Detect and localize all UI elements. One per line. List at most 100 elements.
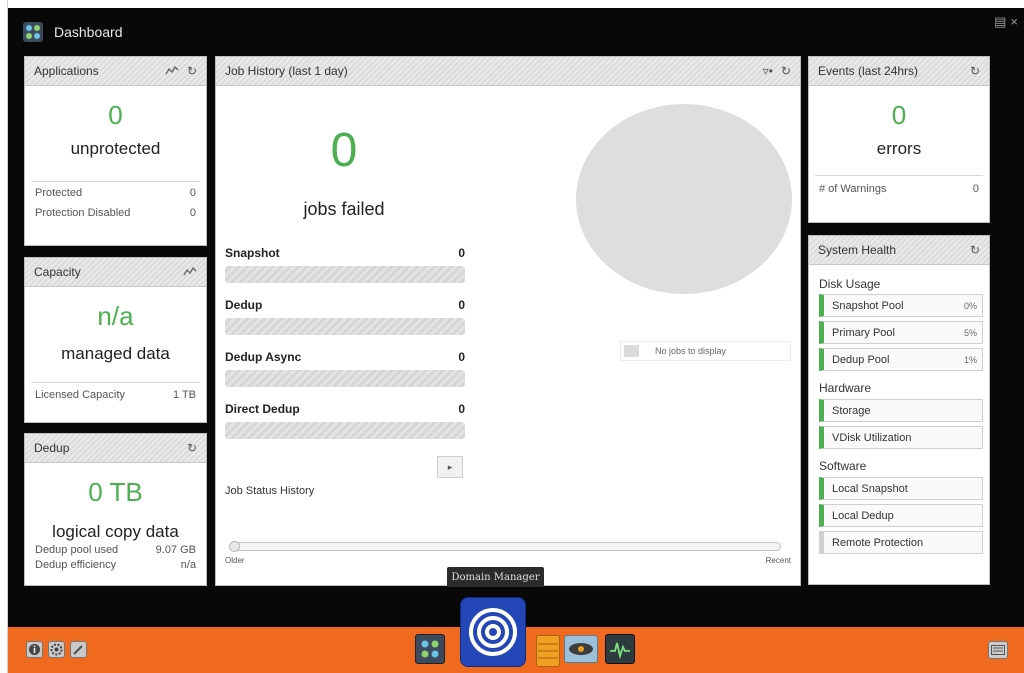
- row-label: Protection Disabled: [35, 207, 131, 219]
- local-snapshot-button[interactable]: Local Snapshot: [819, 477, 983, 500]
- chart-icon[interactable]: [183, 265, 197, 279]
- snapshot-pool-button[interactable]: Snapshot Pool 0%: [819, 294, 983, 317]
- row-label: Dedup pool used: [35, 544, 119, 556]
- legend-swatch: [624, 345, 639, 357]
- window-title: Dashboard: [54, 24, 123, 40]
- capacity-value: n/a: [97, 301, 134, 331]
- protected-row: Protected 0: [25, 187, 206, 199]
- keyboard-icon[interactable]: [988, 641, 1008, 659]
- button-label: Storage: [832, 404, 871, 417]
- row-value: n/a: [180, 559, 196, 571]
- info-icon[interactable]: [26, 641, 43, 658]
- system-health-header: System Health ↻: [809, 236, 989, 265]
- job-value: 0: [458, 246, 465, 260]
- job-history-panel: Job History (last 1 day) ▿• ↻ 0 jobs fai…: [215, 56, 801, 586]
- storage-launcher-icon[interactable]: [536, 635, 560, 667]
- protection-disabled-row: Protection Disabled 0: [25, 207, 206, 219]
- domain-manager-tooltip: Domain Manager: [447, 567, 544, 587]
- remote-protection-button[interactable]: Remote Protection: [819, 531, 983, 554]
- next-page-button[interactable]: ▸: [437, 456, 463, 478]
- title-bar: Dashboard: [22, 14, 123, 50]
- row-label: Dedup efficiency: [35, 559, 117, 571]
- job-history-header: Job History (last 1 day) ▿• ↻: [216, 57, 800, 86]
- legend-text: No jobs to display: [655, 346, 727, 356]
- vdisk-utilization-button[interactable]: VDisk Utilization: [819, 426, 983, 449]
- left-border: [0, 0, 8, 673]
- job-name: Snapshot: [225, 246, 280, 260]
- job-row-direct-dedup: Direct Dedup 0: [225, 402, 465, 439]
- errors-label: errors: [876, 139, 922, 158]
- row-value: 1 TB: [172, 389, 196, 401]
- job-name: Dedup: [225, 298, 263, 312]
- menu-icon[interactable]: ▤: [994, 14, 1006, 30]
- capacity-header: Capacity: [25, 258, 206, 287]
- dedup-header: Dedup ↻: [25, 434, 206, 463]
- job-name: Dedup Async: [225, 350, 302, 364]
- refresh-icon[interactable]: ↻: [781, 64, 791, 78]
- storage-button[interactable]: Storage: [819, 399, 983, 422]
- disk-usage-label: Disk Usage: [819, 277, 881, 291]
- pie-legend: No jobs to display: [620, 341, 791, 361]
- play-icon: ▸: [447, 461, 453, 472]
- dedup-pool-button[interactable]: Dedup Pool 1%: [819, 348, 983, 371]
- job-bar: [225, 370, 465, 387]
- job-value: 0: [458, 298, 465, 312]
- window-controls: ▤ ×: [994, 14, 1018, 30]
- capacity-label: managed data: [61, 344, 170, 363]
- job-value: 0: [458, 350, 465, 364]
- chart-icon[interactable]: [165, 64, 179, 78]
- tools-icon[interactable]: [70, 641, 87, 658]
- job-row-dedup-async: Dedup Async 0: [225, 350, 465, 387]
- report-launcher-icon[interactable]: [605, 634, 635, 664]
- row-label: Licensed Capacity: [35, 389, 125, 401]
- filter-icon[interactable]: ▿•: [763, 64, 773, 78]
- pct-value: 5%: [963, 327, 977, 338]
- dedup-value: 0 TB: [88, 477, 143, 507]
- domain-manager-icon[interactable]: [460, 597, 526, 667]
- panel-title: Dedup: [34, 441, 70, 455]
- row-value: 0: [189, 187, 196, 199]
- hardware-label: Hardware: [819, 381, 872, 395]
- button-label: Local Dedup: [832, 509, 894, 522]
- row-value: 9.07 GB: [155, 544, 196, 556]
- taskbar: [8, 597, 1024, 673]
- button-label: VDisk Utilization: [832, 431, 912, 444]
- pct-value: 0%: [963, 300, 977, 311]
- row-value: 0: [189, 207, 196, 219]
- settings-icon[interactable]: [48, 641, 65, 658]
- dedup-panel: Dedup ↻ 0 TB logical copy data Dedup poo…: [24, 433, 207, 586]
- slider-recent-label: Recent: [765, 556, 791, 565]
- history-slider[interactable]: [229, 541, 781, 552]
- divider: [815, 175, 983, 176]
- close-icon[interactable]: ×: [1010, 14, 1018, 30]
- dedup-pool-used-row: Dedup pool used 9.07 GB: [25, 544, 206, 556]
- refresh-icon[interactable]: ↻: [970, 243, 980, 257]
- refresh-icon[interactable]: ↻: [970, 64, 980, 78]
- system-health-panel: System Health ↻ Disk Usage Snapshot Pool…: [808, 235, 990, 585]
- unprotected-label: unprotected: [70, 139, 161, 158]
- dashboard-launcher-icon[interactable]: [415, 634, 445, 664]
- slider-handle[interactable]: [229, 541, 240, 552]
- panel-title: Job History (last 1 day): [225, 64, 348, 78]
- monitor-launcher-icon[interactable]: [564, 635, 598, 663]
- row-label: Protected: [35, 187, 83, 199]
- refresh-icon[interactable]: ↻: [187, 441, 197, 455]
- local-dedup-button[interactable]: Local Dedup: [819, 504, 983, 527]
- job-row-snapshot: Snapshot 0: [225, 246, 465, 283]
- licensed-capacity-row: Licensed Capacity 1 TB: [25, 389, 206, 401]
- dashboard-icon: [22, 21, 44, 43]
- applications-header: Applications ↻: [25, 57, 206, 86]
- job-bar: [225, 266, 465, 283]
- button-label: Dedup Pool: [832, 353, 890, 366]
- warnings-row: # of Warnings 0: [809, 183, 989, 195]
- job-value: 0: [458, 402, 465, 416]
- job-row-dedup: Dedup 0: [225, 298, 465, 335]
- events-header: Events (last 24hrs) ↻: [809, 57, 989, 86]
- errors-count: 0: [891, 100, 907, 130]
- applications-panel: Applications ↻ 0 unprotected Protected 0…: [24, 56, 207, 246]
- slider-older-label: Older: [225, 556, 245, 565]
- primary-pool-button[interactable]: Primary Pool 5%: [819, 321, 983, 344]
- job-bar: [225, 318, 465, 335]
- refresh-icon[interactable]: ↻: [187, 64, 197, 78]
- panel-title: Capacity: [34, 265, 81, 279]
